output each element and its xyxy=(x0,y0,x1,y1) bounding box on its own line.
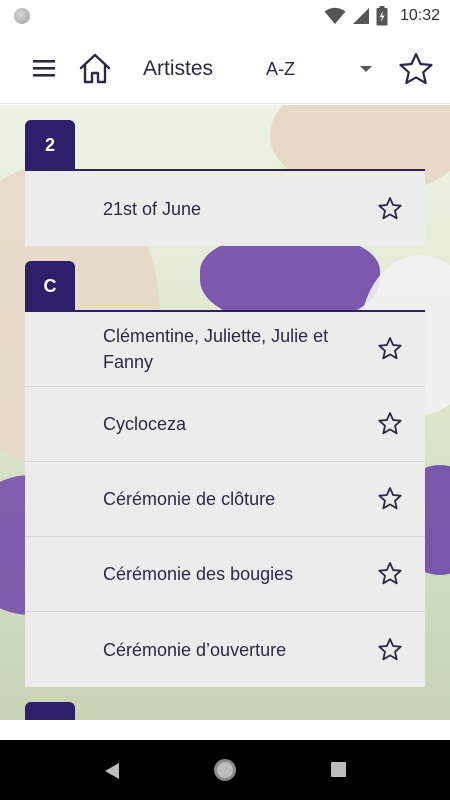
notification-dot-icon xyxy=(14,8,30,24)
artist-name: Cérémonie des bougies xyxy=(103,564,294,584)
star-outline-icon[interactable] xyxy=(377,336,403,362)
back-icon[interactable] xyxy=(104,762,120,780)
artist-name: Cérémonie d’ouverture xyxy=(103,639,287,660)
list-item[interactable]: Clémentine, Juliette, Julie et Fanny xyxy=(25,312,425,387)
sort-selected-value: A-Z xyxy=(266,59,295,79)
star-outline-icon[interactable] xyxy=(377,561,403,587)
section-header xyxy=(25,702,425,720)
star-outline-icon[interactable] xyxy=(377,411,403,437)
artist-name: 21st of June xyxy=(103,198,202,219)
section-letter-badge: C xyxy=(25,261,75,312)
battery-charging-icon xyxy=(376,6,388,26)
status-bar: 10:32 xyxy=(0,0,450,32)
sort-dropdown[interactable]: A-Z xyxy=(264,52,376,86)
app-bar: Artistes A-Z xyxy=(0,32,450,104)
section-letter-badge: 2 xyxy=(25,120,75,171)
wifi-icon xyxy=(324,7,346,24)
list-item[interactable]: Cérémonie de clôture xyxy=(25,462,425,537)
system-nav-bar xyxy=(0,740,450,800)
status-icons: 10:32 xyxy=(324,5,440,27)
menu-icon[interactable] xyxy=(30,56,60,82)
star-outline-icon[interactable] xyxy=(397,51,435,87)
page-title: Artistes xyxy=(143,57,214,80)
status-time: 10:32 xyxy=(399,7,440,24)
bottom-spacer xyxy=(0,720,450,740)
artist-name: Clémentine, Juliette, Julie et Fanny xyxy=(103,326,329,372)
recents-icon[interactable] xyxy=(331,762,346,777)
artist-name: Cycloceza xyxy=(103,414,187,434)
artist-list: 2 21st of June C Clémentine, Juliette, J… xyxy=(25,105,425,720)
home-circle-icon[interactable] xyxy=(214,759,236,781)
artist-name: Cérémonie de clôture xyxy=(103,489,276,509)
star-outline-icon[interactable] xyxy=(377,637,403,663)
list-item[interactable]: Cérémonie d’ouverture xyxy=(25,612,425,687)
section-header: C xyxy=(25,261,425,312)
artist-list-area[interactable]: 2 21st of June C Clémentine, Juliette, J… xyxy=(0,105,450,720)
star-outline-icon[interactable] xyxy=(377,196,403,222)
home-icon[interactable] xyxy=(78,52,112,86)
chevron-down-icon xyxy=(360,66,372,72)
list-item[interactable]: Cérémonie des bougies xyxy=(25,537,425,612)
section-c: C Clémentine, Juliette, Julie et Fanny C… xyxy=(25,261,425,687)
section-next xyxy=(25,702,425,720)
list-item[interactable]: Cycloceza xyxy=(25,387,425,462)
section-header: 2 xyxy=(25,120,425,171)
list-item[interactable]: 21st of June xyxy=(25,171,425,246)
section-2: 2 21st of June xyxy=(25,120,425,246)
star-outline-icon[interactable] xyxy=(377,486,403,512)
section-letter-badge xyxy=(25,702,75,720)
signal-icon xyxy=(352,8,369,24)
